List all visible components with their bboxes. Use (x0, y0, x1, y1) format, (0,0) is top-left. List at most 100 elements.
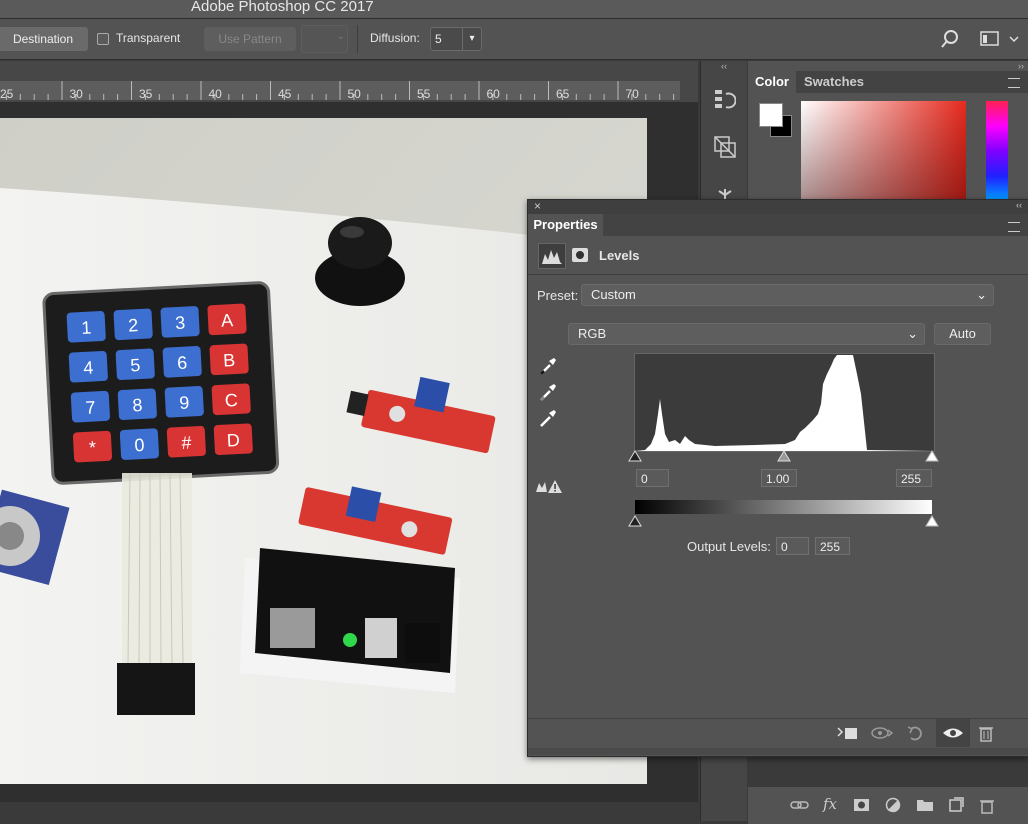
history-icon[interactable] (714, 88, 736, 112)
ruler-label: 60 (486, 87, 500, 101)
options-bar: Destination Transparent Use Pattern ⌄ Di… (0, 19, 1028, 60)
transparent-checkbox[interactable] (97, 33, 109, 45)
use-pattern-button[interactable]: Use Pattern (204, 27, 296, 51)
levels-adjustment-icon[interactable] (538, 243, 566, 269)
ruler-ticks (5, 81, 675, 100)
workspace-icon[interactable] (980, 30, 1020, 48)
input-white-field[interactable]: 255 (896, 469, 932, 487)
collapse-icon[interactable]: ‹‹ (1016, 200, 1022, 210)
keypad-key-label: 5 (130, 355, 141, 375)
delete-layer-icon[interactable] (979, 797, 995, 814)
new-layer-icon[interactable] (948, 797, 964, 813)
view-previous-state-icon[interactable] (870, 724, 894, 742)
output-levels-label: Output Levels: (687, 539, 771, 554)
histogram-graph (635, 355, 934, 451)
ruler-label: 40 (208, 87, 222, 101)
properties-panel: × ‹‹ Properties Levels Preset: Custom ⌄ … (527, 199, 1028, 757)
add-mask-icon[interactable] (853, 798, 871, 812)
adjustment-layer-icon[interactable] (885, 797, 901, 813)
layers-footer: fx (748, 786, 1028, 824)
input-gamma-field[interactable]: 1.00 (761, 469, 797, 487)
ruler-label: 35 (139, 87, 153, 101)
output-gradient (635, 500, 932, 514)
preset-label: Preset: (537, 288, 579, 303)
color-panel: ›› Color Swatches (748, 61, 1028, 201)
title-bar: Adobe Photoshop CC 2017 (0, 0, 1028, 19)
chevron-down-icon: ⌄ (976, 287, 987, 302)
input-level-sliders[interactable] (628, 449, 939, 463)
white-point-eyedropper-icon[interactable] (538, 408, 558, 428)
tab-swatches[interactable]: Swatches (804, 74, 864, 89)
destination-button[interactable]: Destination (0, 27, 88, 51)
input-black-field[interactable]: 0 (636, 469, 669, 487)
ruler-strip (0, 81, 680, 100)
color-field[interactable] (801, 101, 966, 201)
keypad-key-label: 7 (85, 397, 96, 417)
app-title: Adobe Photoshop CC 2017 (191, 0, 374, 15)
keypad-key-label: B (223, 350, 236, 371)
expand-icon[interactable]: ›› (1018, 61, 1024, 71)
chevron-down-icon: ⌄ (336, 31, 345, 42)
keypad-key-label: # (181, 432, 192, 452)
keypad-key-label: 6 (177, 353, 188, 373)
preset-value: Custom (591, 287, 636, 302)
hue-slider[interactable] (986, 101, 1008, 201)
layer-comps-icon[interactable] (713, 135, 737, 159)
chevron-down-icon: ⌄ (907, 326, 918, 341)
keypad-key-label: 8 (132, 395, 143, 415)
black-point-eyedropper-icon[interactable] (538, 356, 558, 376)
link-icon[interactable] (790, 798, 810, 812)
diffusion-select[interactable]: 5 ▾ (430, 27, 482, 51)
keypad-key-label: * (89, 437, 97, 457)
close-icon[interactable]: × (534, 199, 541, 213)
transparent-label: Transparent (116, 31, 181, 45)
keypad-key-label: 0 (134, 435, 145, 455)
keypad-key-label: A (221, 310, 234, 331)
histogram (634, 353, 935, 452)
output-level-sliders[interactable] (628, 514, 939, 528)
visibility-eye-icon[interactable] (942, 725, 964, 741)
gray-point-eyedropper-icon[interactable] (538, 382, 558, 402)
resize-handle[interactable] (528, 748, 1028, 755)
output-black-field[interactable]: 0 (776, 537, 809, 555)
diffusion-value: 5 (435, 32, 442, 46)
pattern-picker[interactable]: ⌄ (301, 25, 348, 53)
auto-button[interactable]: Auto (934, 323, 991, 345)
collapse-icon[interactable]: ‹‹ (701, 61, 747, 71)
ruler-label: 65 (556, 87, 570, 101)
keypad-key-label: 3 (175, 313, 186, 333)
clipping-warning-icon[interactable] (535, 478, 563, 494)
tab-color[interactable]: Color (748, 71, 796, 93)
foreground-color-swatch[interactable] (759, 103, 783, 127)
tab-properties[interactable]: Properties (528, 214, 603, 236)
brush-presets-icon[interactable] (714, 183, 736, 199)
preset-dropdown[interactable]: Custom ⌄ (581, 284, 994, 306)
clip-to-layer-icon[interactable] (836, 724, 860, 742)
panel-menu-icon[interactable] (1008, 222, 1020, 232)
horizontal-ruler: 25 30 35 40 45 50 55 60 65 70 (0, 61, 698, 102)
fx-icon[interactable]: fx (823, 795, 837, 813)
trash-icon[interactable] (978, 724, 994, 742)
channel-dropdown[interactable]: RGB ⌄ (568, 323, 925, 345)
diffusion-label: Diffusion: (370, 31, 420, 45)
ruler-label: 25 (0, 87, 14, 101)
chevron-down-icon: ▾ (462, 28, 481, 50)
panel-menu-icon[interactable] (1008, 78, 1020, 88)
keypad-key-label: 9 (179, 393, 190, 413)
ruler-label: 50 (347, 87, 361, 101)
keypad-key-label: 4 (83, 357, 94, 377)
keypad-key-label: 1 (81, 318, 92, 338)
output-white-field[interactable]: 255 (815, 537, 850, 555)
adjustment-name: Levels (599, 248, 640, 263)
keypad-key-label: C (224, 390, 238, 411)
divider (357, 25, 358, 53)
ruler-label: 70 (625, 87, 639, 101)
ruler-label: 55 (417, 87, 431, 101)
search-icon[interactable] (940, 29, 960, 49)
panel-header-strip: × ‹‹ (528, 199, 1028, 214)
reset-icon[interactable] (906, 724, 926, 742)
ruler-label: 45 (278, 87, 292, 101)
ruler-label: 30 (69, 87, 83, 101)
folder-icon[interactable] (916, 798, 934, 812)
mask-icon[interactable] (572, 248, 588, 262)
